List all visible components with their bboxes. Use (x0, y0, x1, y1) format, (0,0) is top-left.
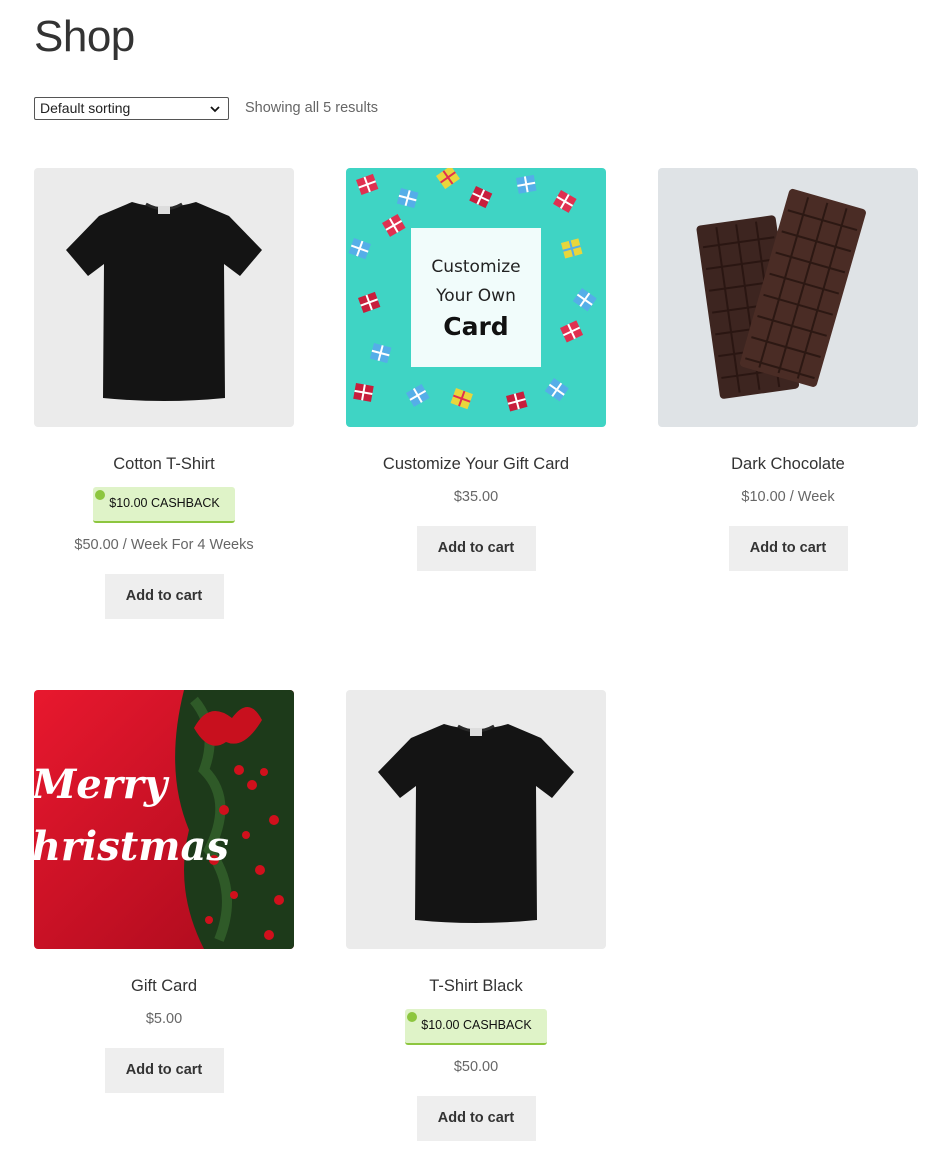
product-price: $10.00 / Week (741, 489, 835, 505)
gift-card-image-line1: Customize (431, 257, 520, 277)
product-card: Cotton T-Shirt $10.00 CASHBACK $50.00 / … (34, 168, 294, 619)
sorting-select[interactable]: Default sorting (34, 97, 229, 120)
cashback-badge: $10.00 CASHBACK (93, 487, 235, 523)
chocolate-image (658, 168, 918, 427)
product-title[interactable]: T-Shirt Black (346, 977, 606, 997)
add-to-cart-button[interactable]: Add to cart (416, 526, 536, 571)
christmas-image-line2: Christmas (34, 823, 229, 870)
product-image[interactable]: Customize Your Own Card (346, 168, 606, 427)
product-card: Merry Christmas Gift Card $5.00 Add to c… (34, 690, 294, 1093)
result-count: Showing all 5 results (245, 100, 378, 116)
chevron-down-icon (210, 106, 220, 113)
product-image[interactable] (346, 690, 606, 949)
product-image[interactable] (34, 168, 294, 427)
christmas-image-line1: Merry (34, 761, 170, 808)
product-image[interactable] (658, 168, 918, 427)
product-card: Dark Chocolate $10.00 / Week Add to cart (658, 168, 918, 571)
cashback-label: $10.00 CASHBACK (421, 1018, 532, 1032)
product-price: $5.00 (145, 1011, 183, 1027)
product-title[interactable]: Cotton T-Shirt (34, 455, 294, 475)
product-title[interactable]: Customize Your Gift Card (346, 455, 606, 475)
sorting-select-value: Default sorting (40, 100, 131, 116)
page-title: Shop (34, 12, 135, 61)
gift-card-image-line2: Your Own (435, 286, 516, 306)
tshirt-image (34, 168, 294, 427)
product-price: $50.00 / Week For 4 Weeks (74, 537, 254, 553)
product-card: T-Shirt Black $10.00 CASHBACK $50.00 Add… (346, 690, 606, 1141)
add-to-cart-button[interactable]: Add to cart (728, 526, 848, 571)
cashback-label: $10.00 CASHBACK (109, 496, 220, 510)
add-to-cart-button[interactable]: Add to cart (104, 574, 224, 619)
add-to-cart-button[interactable]: Add to cart (104, 1048, 224, 1093)
tshirt-image (346, 690, 606, 949)
christmas-card-image: Merry Christmas (34, 690, 294, 949)
product-title[interactable]: Dark Chocolate (658, 455, 918, 475)
product-price: $50.00 (453, 1059, 499, 1075)
add-to-cart-button[interactable]: Add to cart (416, 1096, 536, 1141)
product-title[interactable]: Gift Card (34, 977, 294, 997)
gift-card-image-line3: Card (443, 312, 508, 341)
gift-boxes-image: Customize Your Own Card (346, 168, 606, 427)
product-price: $35.00 (453, 489, 499, 505)
cashback-badge: $10.00 CASHBACK (405, 1009, 547, 1045)
cashback-dot-icon (95, 490, 106, 500)
product-card: Customize Your Own Card Customize Your G… (346, 168, 606, 571)
cashback-dot-icon (407, 1012, 418, 1022)
product-image[interactable]: Merry Christmas (34, 690, 294, 949)
